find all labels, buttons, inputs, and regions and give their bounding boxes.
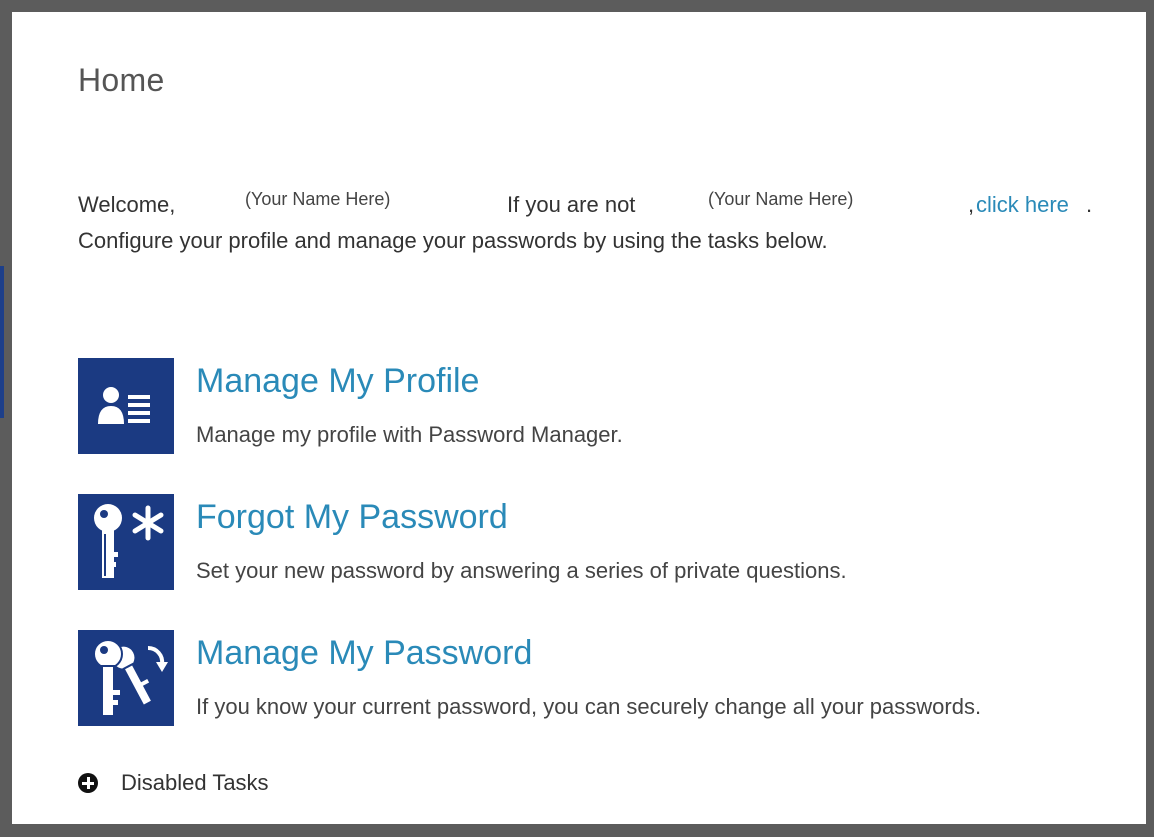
key-asterisk-icon[interactable] — [78, 494, 174, 590]
keys-refresh-icon[interactable] — [78, 630, 174, 726]
comma-separator: , — [968, 192, 975, 217]
disabled-tasks-label[interactable]: Disabled Tasks — [121, 770, 269, 796]
page-title: Home — [78, 62, 165, 98]
user-name: (Your Name Here) — [245, 189, 391, 209]
main-panel: Home Welcome, (Your Name Here) If you ar… — [12, 12, 1146, 824]
not-user-text: If you are not — [507, 192, 636, 217]
task-title[interactable]: Manage My Profile — [196, 362, 479, 401]
welcome-greeting: Welcome, — [78, 192, 176, 217]
task-title[interactable]: Manage My Password — [196, 634, 532, 673]
task-description: Set your new password by answering a ser… — [196, 558, 847, 583]
plus-circle-icon[interactable] — [78, 773, 98, 793]
task-title[interactable]: Forgot My Password — [196, 498, 508, 537]
instructions-text: Configure your profile and manage your p… — [78, 228, 828, 253]
task-manage-password[interactable]: Manage My Password If you know your curr… — [78, 630, 1138, 726]
task-description: Manage my profile with Password Manager. — [196, 422, 623, 447]
window-frame: Home Welcome, (Your Name Here) If you ar… — [0, 0, 1154, 837]
switch-user-link[interactable]: click here — [976, 192, 1069, 218]
side-tab — [0, 266, 4, 418]
not-user-name: (Your Name Here) — [708, 189, 854, 209]
task-forgot-password[interactable]: Forgot My Password Set your new password… — [78, 494, 1138, 590]
profile-icon[interactable] — [78, 358, 174, 454]
task-description: If you know your current password, you c… — [196, 694, 982, 719]
task-manage-profile[interactable]: Manage My Profile Manage my profile with… — [78, 358, 1138, 454]
period: . — [1086, 192, 1093, 217]
